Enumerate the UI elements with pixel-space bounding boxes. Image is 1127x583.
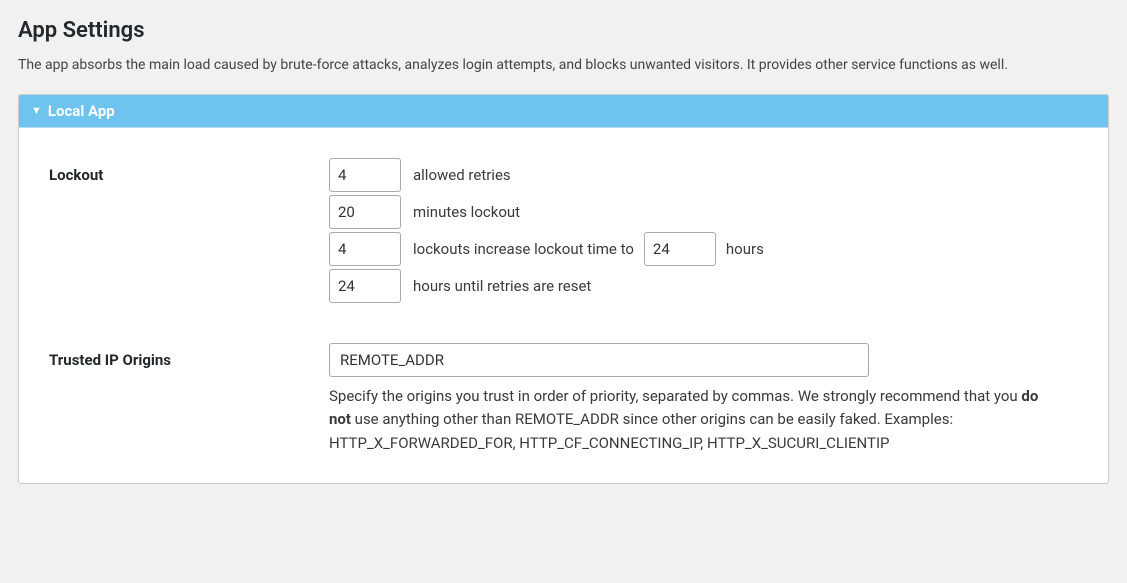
increase-count-input[interactable] [329, 232, 401, 266]
increase-lockout-line: lockouts increase lockout time to hours [329, 232, 1078, 266]
caret-down-icon: ▼ [31, 105, 42, 116]
increase-text-pre: lockouts increase lockout time to [413, 240, 634, 258]
increase-hours-input[interactable] [644, 232, 716, 266]
panel-title: Local App [48, 102, 115, 120]
app-settings-page: App Settings The app absorbs the main lo… [0, 0, 1127, 502]
page-description: The app absorbs the main load caused by … [18, 55, 1108, 76]
help-post: use anything other than REMOTE_ADDR sinc… [329, 410, 953, 451]
trusted-ip-input[interactable] [329, 343, 869, 377]
reset-hours-text: hours until retries are reset [413, 277, 591, 295]
trusted-ip-row: Trusted IP Origins Specify the origins y… [49, 343, 1078, 455]
lockout-row: Lockout allowed retries minutes lockout … [49, 158, 1078, 303]
local-app-panel-header[interactable]: ▼ Local App [19, 95, 1108, 128]
help-pre: Specify the origins you trust in order o… [329, 387, 1021, 405]
minutes-lockout-text: minutes lockout [413, 203, 520, 221]
panel-body: Lockout allowed retries minutes lockout … [19, 128, 1108, 483]
local-app-panel: ▼ Local App Lockout allowed retries minu… [18, 94, 1109, 484]
allowed-retries-input[interactable] [329, 158, 401, 192]
minutes-lockout-line: minutes lockout [329, 195, 1078, 229]
allowed-retries-text: allowed retries [413, 166, 511, 184]
minutes-lockout-input[interactable] [329, 195, 401, 229]
reset-hours-input[interactable] [329, 269, 401, 303]
trusted-ip-fields: Specify the origins you trust in order o… [329, 343, 1078, 455]
lockout-fields: allowed retries minutes lockout lockouts… [329, 158, 1078, 303]
reset-hours-line: hours until retries are reset [329, 269, 1078, 303]
trusted-ip-help: Specify the origins you trust in order o… [329, 385, 1049, 455]
lockout-label: Lockout [49, 158, 329, 184]
trusted-ip-label: Trusted IP Origins [49, 343, 329, 369]
increase-text-post: hours [726, 240, 764, 258]
page-title: App Settings [18, 18, 1109, 43]
allowed-retries-line: allowed retries [329, 158, 1078, 192]
